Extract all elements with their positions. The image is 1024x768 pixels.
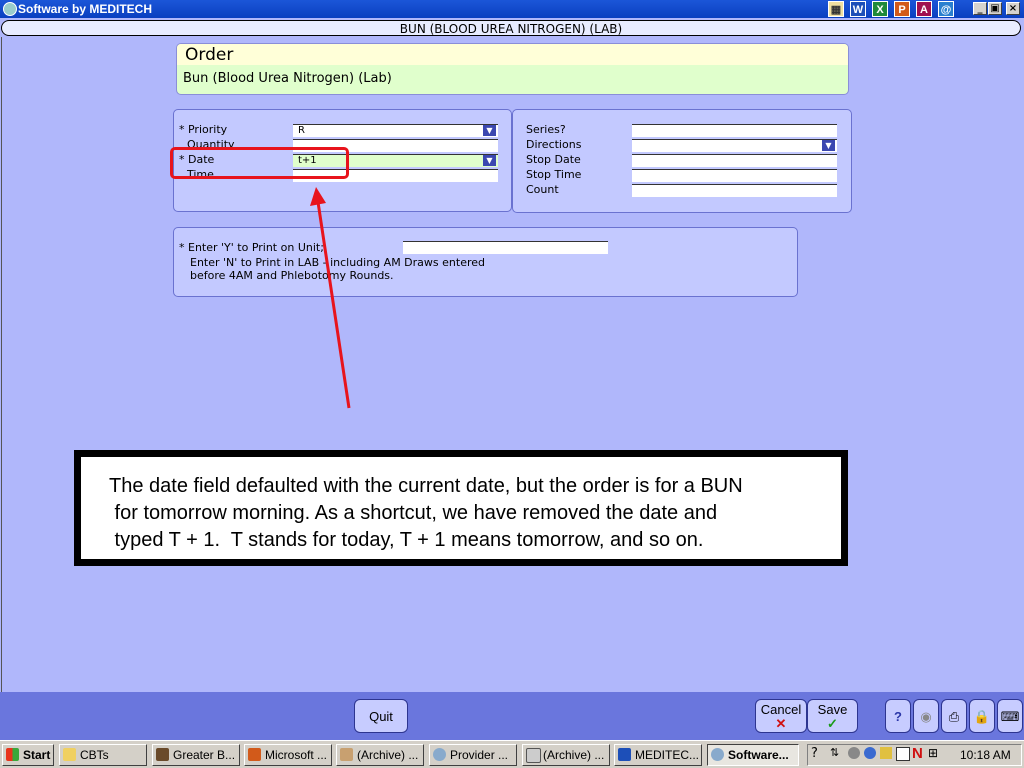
printer-icon[interactable]: ⎙ [941,699,967,733]
connection-tray-icon[interactable]: ⊞ [928,746,938,760]
netscape-tray-icon[interactable]: N [912,745,923,762]
start-button[interactable]: Start [2,744,54,766]
display-tray-icon[interactable] [896,747,910,761]
start-label: Start [23,748,51,762]
taskbar-item-software[interactable]: Software... [707,744,799,766]
taskbar-item-label: (Archive) ... [357,748,419,762]
taskbar-item-meditech[interactable]: MEDITEC... [614,744,702,766]
word-icon [618,748,631,761]
cancel-x-icon: ✕ [775,716,787,731]
network-tray-icon[interactable]: ⇅ [830,746,839,759]
clock[interactable]: 10:18 AM [960,748,1011,762]
taskbar-item-label: Software... [728,748,789,762]
quit-button[interactable]: Quit [354,699,408,733]
taskbar-item-label: Provider ... [450,748,509,762]
taskbar-item-greater[interactable]: Greater B... [152,744,240,766]
save-check-icon: ✓ [827,716,838,731]
cancel-button[interactable]: Cancel ✕ [755,699,807,733]
save-button[interactable]: Save ✓ [807,699,858,733]
document-icon [526,748,541,763]
action-button-bar: Quit Cancel ✕ Save ✓ ? ◉ ⎙ 🔒 ⌨ [0,692,1024,740]
taskbar-item-microsoft[interactable]: Microsoft ... [244,744,332,766]
cancel-label: Cancel [760,702,802,717]
antivirus-tray-icon[interactable] [864,747,876,759]
windows-taskbar: Start CBTs Greater B... Microsoft ... (A… [0,740,1024,768]
taskbar-item-archive-1[interactable]: (Archive) ... [336,744,424,766]
taskbar-item-archive-2[interactable]: (Archive) ... [522,744,610,766]
lock-icon[interactable]: 🔒 [969,699,995,733]
taskbar-item-label: MEDITEC... [635,748,700,762]
taskbar-item-label: Greater B... [173,748,236,762]
annotation-arrow-line [316,201,351,409]
taskbar-item-label: CBTs [80,748,109,762]
quit-label: Quit [369,709,393,724]
meditech-icon [156,748,169,761]
taskbar-item-label: Microsoft ... [265,748,328,762]
help-label: ? [894,709,902,724]
help-tray-icon[interactable]: ? [811,746,818,761]
sound-tray-icon[interactable] [848,747,860,759]
instruction-callout: The date field defaulted with the curren… [74,450,848,566]
archive-icon [340,748,353,761]
taskbar-item-cbts[interactable]: CBTs [59,744,147,766]
provider-icon [433,748,446,761]
help-button[interactable]: ? [885,699,911,733]
annotation-arrow [310,187,351,409]
save-label: Save [817,702,848,717]
folder-icon [63,748,76,761]
meditech-app-icon [711,748,724,761]
annotation-arrow-head [310,187,326,206]
system-tray: ? ⇅ N ⊞ 10:18 AM [807,744,1022,766]
windows-logo-icon [6,748,19,761]
powerpoint-icon [248,748,261,761]
record-icon[interactable]: ◉ [913,699,939,733]
taskbar-item-label: (Archive) ... [543,748,605,762]
taskbar-item-provider[interactable]: Provider ... [429,744,517,766]
security-tray-icon[interactable] [880,747,892,759]
callout-text: The date field defaulted with the curren… [109,475,743,551]
keyboard-icon[interactable]: ⌨ [997,699,1023,733]
